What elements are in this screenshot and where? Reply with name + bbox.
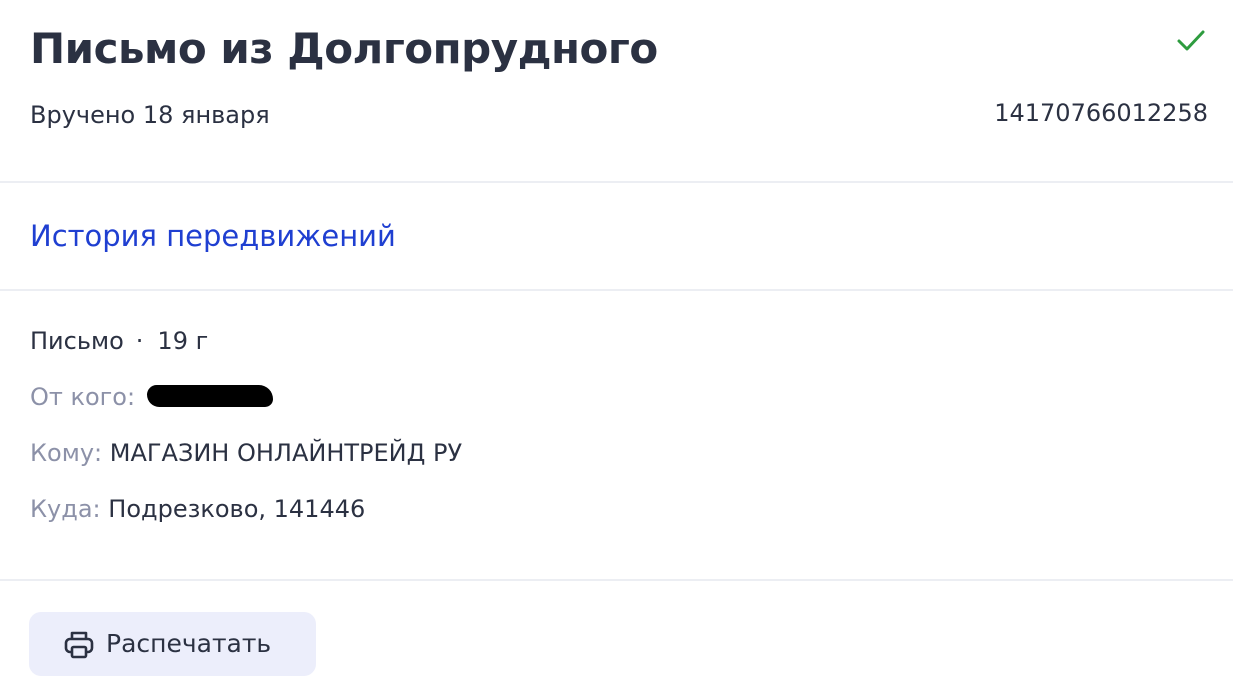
parcel-weight: 19 г bbox=[157, 327, 209, 355]
page-title: Письмо из Долгопрудного bbox=[30, 24, 658, 73]
recipient-value: МАГАЗИН ОНЛАЙНТРЕЙД РУ bbox=[109, 439, 463, 467]
printer-icon bbox=[64, 631, 94, 659]
print-button-label: Распечатать bbox=[106, 629, 272, 658]
redacted-sender-name bbox=[146, 385, 273, 407]
tracking-number: 14170766012258 bbox=[994, 99, 1208, 127]
recipient-row: Кому: МАГАЗИН ОНЛАЙНТРЕЙД РУ bbox=[30, 437, 462, 469]
parcel-type: Письмо bbox=[30, 327, 124, 355]
delivery-status: Вручено 18 января bbox=[30, 101, 270, 129]
sender-label: От кого: bbox=[30, 383, 136, 411]
recipient-label: Кому: bbox=[30, 439, 103, 467]
print-button[interactable]: Распечатать bbox=[29, 612, 316, 676]
movement-history-link[interactable]: История передвижений bbox=[30, 216, 396, 256]
destination-value: Подрезково, 141446 bbox=[108, 495, 366, 523]
actions-footer: Распечатать bbox=[0, 581, 1233, 686]
type-weight-row: Письмо · 19 г bbox=[30, 325, 208, 357]
check-icon bbox=[1177, 30, 1205, 51]
parcel-details: Письмо · 19 г От кого: Кому: МАГАЗИН ОНЛАЙ… bbox=[0, 291, 1233, 579]
destination-row: Куда: Подрезково, 141446 bbox=[30, 493, 365, 525]
destination-label: Куда: bbox=[30, 495, 101, 523]
parcel-header: Письмо из Долгопрудного Вручено 18 январ… bbox=[0, 0, 1233, 181]
sender-row: От кого: bbox=[30, 381, 273, 413]
history-section: История передвижений bbox=[0, 183, 1233, 289]
parcel-card: Письмо из Долгопрудного Вручено 18 январ… bbox=[0, 0, 1233, 686]
separator-dot: · bbox=[135, 327, 144, 355]
